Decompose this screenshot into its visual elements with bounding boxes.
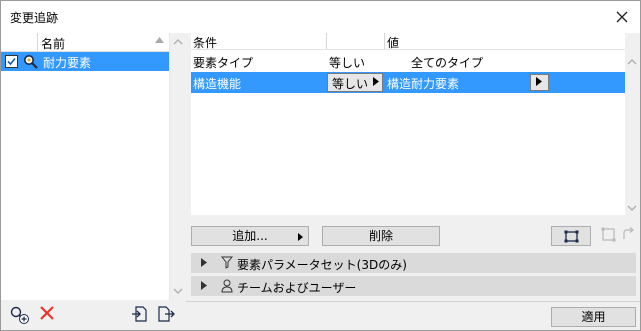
dropdown-arrow-icon: [373, 77, 379, 86]
close-button[interactable]: [610, 5, 634, 29]
criteria-operator: 等しい: [329, 56, 366, 70]
expand-triangle-icon[interactable]: [201, 258, 207, 267]
criteria-row-selected[interactable]: 構造機能 等しい 構造耐力要素: [191, 72, 625, 93]
user-icon: [221, 279, 233, 293]
undo-disabled-icon: [623, 227, 634, 239]
apply-button-label: 適用: [581, 310, 606, 324]
dropdown-arrow-icon: [536, 77, 542, 86]
criteria-scrollbar[interactable]: [625, 33, 639, 215]
section-label: 要素パラメータセット(3Dのみ): [237, 258, 407, 272]
scroll-down-arrow-icon[interactable]: [170, 285, 186, 297]
criteria-value: 構造耐力要素: [387, 77, 460, 91]
criteria-property: 構造機能: [193, 77, 242, 91]
footer-separator: [186, 301, 640, 302]
change-tracking-dialog: 変更追跡 名前 耐力要素 条件 値 要素タイプ 等しい 全てのタイプ 構造機能 …: [0, 0, 641, 331]
marquee-disabled-icon: [601, 227, 616, 242]
delete-button-label: 削除: [368, 229, 393, 243]
item-checkbox[interactable]: [5, 55, 18, 68]
marquee-button[interactable]: [551, 226, 591, 246]
list-item-label: 耐力要素: [43, 56, 92, 70]
scroll-up-arrow-icon[interactable]: [625, 57, 639, 67]
close-icon: [616, 11, 628, 23]
operator-value: 等しい: [332, 77, 369, 91]
list-header: 名前: [1, 33, 169, 52]
checkmark-icon: [7, 57, 16, 66]
import-icon[interactable]: [131, 305, 149, 323]
column-divider[interactable]: [326, 33, 327, 49]
criteria-value: 全てのタイプ: [411, 56, 484, 70]
add-button[interactable]: 追加...: [191, 226, 309, 246]
element-parameter-set-section[interactable]: 要素パラメータセット(3Dのみ): [191, 253, 636, 273]
criteria-set-list: 名前 耐力要素: [1, 33, 186, 300]
section-label: チームおよびユーザー: [237, 281, 357, 295]
new-criteria-set-icon[interactable]: [9, 305, 31, 325]
sort-ascending-icon: [155, 37, 164, 43]
apply-button[interactable]: 適用: [551, 307, 636, 327]
filter-icon: [221, 256, 233, 269]
scroll-down-arrow-icon[interactable]: [625, 203, 639, 213]
criteria-row[interactable]: 要素タイプ 等しい 全てのタイプ: [191, 52, 625, 71]
list-scrollbar[interactable]: [169, 33, 186, 300]
header-condition: 条件: [193, 36, 218, 50]
criteria-property: 要素タイプ: [193, 56, 254, 70]
operator-dropdown[interactable]: 等しい: [327, 73, 383, 92]
disabled-tools: [601, 227, 637, 246]
team-and-users-section[interactable]: チームおよびユーザー: [191, 276, 636, 296]
list-header-icon-column: [1, 33, 38, 51]
list-header-name[interactable]: 名前: [41, 35, 65, 52]
list-item[interactable]: 耐力要素: [1, 52, 169, 71]
marquee-rectangle-icon: [564, 230, 579, 243]
dropdown-arrow-icon: [298, 233, 303, 241]
header-value: 値: [387, 36, 400, 50]
criteria-table-header: 条件 値: [191, 33, 625, 50]
criteria-table: 条件 値 要素タイプ 等しい 全てのタイプ 構造機能 等しい 構造耐力要素: [191, 33, 639, 215]
delete-icon[interactable]: [39, 305, 55, 321]
title-bar: 変更追跡: [1, 1, 640, 33]
scroll-up-arrow-icon[interactable]: [170, 36, 186, 48]
window-title: 変更追跡: [10, 11, 59, 25]
filter-magnifier-icon: [24, 55, 38, 69]
value-dropdown-button[interactable]: [530, 74, 549, 91]
export-icon[interactable]: [157, 305, 175, 323]
expand-triangle-icon[interactable]: [201, 281, 207, 290]
delete-button[interactable]: 削除: [322, 226, 440, 246]
column-divider[interactable]: [384, 33, 385, 49]
add-button-label: 追加...: [232, 229, 268, 243]
